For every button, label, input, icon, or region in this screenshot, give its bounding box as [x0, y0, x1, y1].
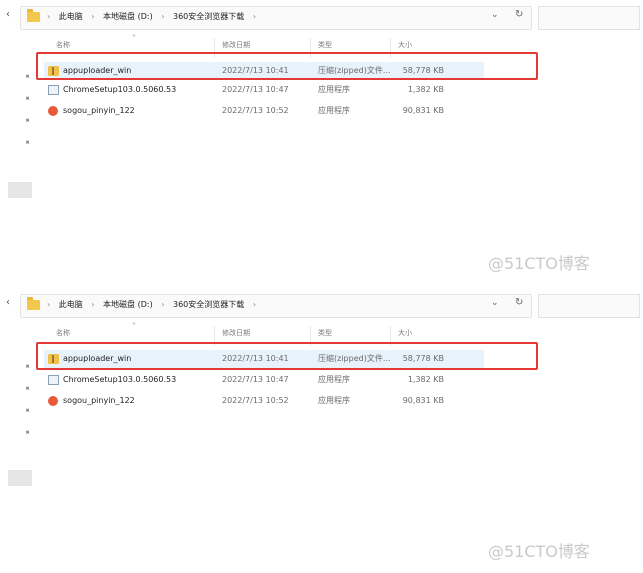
pin-icon[interactable]: ✦ [22, 405, 33, 416]
chevron-right-icon: › [47, 12, 51, 21]
file-row-chromesetup[interactable]: ChromeSetup103.0.5060.53 2022/7/13 10:47… [44, 81, 484, 99]
column-header-row: ˄ 名称 修改日期 类型 大小 [0, 322, 643, 342]
scrollbar-thumb[interactable] [8, 182, 32, 198]
sort-caret-icon: ˄ [132, 322, 136, 331]
file-type: 应用程序 [318, 85, 350, 94]
column-header-size[interactable]: 大小 [398, 328, 412, 338]
breadcrumb-item[interactable]: 360安全浏览器下载 [173, 300, 244, 309]
sogou-icon [48, 106, 58, 116]
column-header-name[interactable]: 名称 [56, 40, 70, 50]
column-header-name[interactable]: 名称 [56, 328, 70, 338]
breadcrumb-item[interactable]: 本地磁盘 (D:) [103, 300, 153, 309]
search-input[interactable] [538, 6, 640, 30]
watermark: @51CTO博客 [488, 542, 590, 561]
breadcrumb-item[interactable]: 本地磁盘 (D:) [103, 12, 153, 21]
file-type: 应用程序 [318, 375, 350, 384]
file-size: 1,382 KB [407, 85, 444, 94]
column-header-type[interactable]: 类型 [318, 40, 332, 50]
column-header-date[interactable]: 修改日期 [222, 40, 250, 50]
file-type: 应用程序 [318, 106, 350, 115]
chevron-right-icon: › [161, 300, 165, 309]
file-name: sogou_pinyin_122 [63, 106, 135, 115]
file-row-sogou[interactable]: sogou_pinyin_122 2022/7/13 10:52 应用程序 90… [44, 392, 484, 410]
chevron-down-icon[interactable]: ⌄ [491, 298, 499, 308]
sogou-icon [48, 396, 58, 406]
refresh-icon[interactable]: ↻ [515, 9, 523, 20]
file-name: ChromeSetup103.0.5060.53 [63, 85, 177, 94]
chevron-right-icon: › [91, 12, 95, 21]
address-bar[interactable]: › 此电脑 › 本地磁盘 (D:) › 360安全浏览器下载 › ⌄ ↻ [20, 294, 532, 318]
chevron-right-icon: › [47, 300, 51, 309]
refresh-icon[interactable]: ↻ [515, 297, 523, 308]
highlight-box [36, 52, 538, 80]
column-header-size[interactable]: 大小 [398, 40, 412, 50]
breadcrumb-item[interactable]: 360安全浏览器下载 [173, 12, 244, 21]
chevron-right-icon: › [252, 12, 257, 21]
highlight-box [36, 342, 538, 370]
pin-icon[interactable]: ✦ [22, 427, 33, 438]
pin-icon[interactable]: ✦ [22, 71, 33, 82]
file-size: 1,382 KB [407, 375, 444, 384]
column-header-date[interactable]: 修改日期 [222, 328, 250, 338]
breadcrumb: › 此电脑 › 本地磁盘 (D:) › 360安全浏览器下载 › [47, 10, 262, 24]
breadcrumb: › 此电脑 › 本地磁盘 (D:) › 360安全浏览器下载 › [47, 298, 262, 312]
folder-icon [27, 9, 40, 22]
file-row-sogou[interactable]: sogou_pinyin_122 2022/7/13 10:52 应用程序 90… [44, 102, 484, 120]
chrome-setup-icon [48, 85, 59, 95]
explorer-panel-top: ‹ › 此电脑 › 本地磁盘 (D:) › 360安全浏览器下载 › ⌄ ↻ ˄… [0, 0, 643, 285]
folder-icon [27, 297, 40, 310]
pin-icon[interactable]: ✦ [22, 383, 33, 394]
breadcrumb-item[interactable]: 此电脑 [59, 12, 83, 21]
address-bar[interactable]: › 此电脑 › 本地磁盘 (D:) › 360安全浏览器下载 › ⌄ ↻ [20, 6, 532, 30]
chrome-setup-icon [48, 375, 59, 385]
address-row: ‹ › 此电脑 › 本地磁盘 (D:) › 360安全浏览器下载 › ⌄ ↻ [0, 6, 643, 30]
file-date: 2022/7/13 10:52 [222, 396, 289, 405]
chevron-right-icon: › [252, 300, 257, 309]
chevron-right-icon: › [161, 12, 165, 21]
back-chevron-icon[interactable]: ‹ [6, 297, 10, 308]
back-chevron-icon[interactable]: ‹ [6, 9, 10, 20]
pin-icon[interactable]: ✦ [22, 137, 33, 148]
chevron-right-icon: › [91, 300, 95, 309]
address-row: ‹ › 此电脑 › 本地磁盘 (D:) › 360安全浏览器下载 › ⌄ ↻ [0, 294, 643, 318]
scrollbar-thumb[interactable] [8, 470, 32, 486]
file-type: 应用程序 [318, 396, 350, 405]
file-size: 90,831 KB [402, 106, 444, 115]
file-name: sogou_pinyin_122 [63, 396, 135, 405]
pin-icon[interactable]: ✦ [22, 361, 33, 372]
breadcrumb-item[interactable]: 此电脑 [59, 300, 83, 309]
file-row-chromesetup[interactable]: ChromeSetup103.0.5060.53 2022/7/13 10:47… [44, 371, 484, 389]
pin-icon[interactable]: ✦ [22, 93, 33, 104]
file-name: ChromeSetup103.0.5060.53 [63, 375, 177, 384]
search-input[interactable] [538, 294, 640, 318]
watermark: @51CTO博客 [488, 254, 590, 273]
column-header-type[interactable]: 类型 [318, 328, 332, 338]
file-date: 2022/7/13 10:52 [222, 106, 289, 115]
explorer-panel-bottom: ‹ › 此电脑 › 本地磁盘 (D:) › 360安全浏览器下载 › ⌄ ↻ ˄… [0, 288, 643, 573]
file-date: 2022/7/13 10:47 [222, 375, 289, 384]
sort-caret-icon: ˄ [132, 34, 136, 43]
file-size: 90,831 KB [402, 396, 444, 405]
file-date: 2022/7/13 10:47 [222, 85, 289, 94]
chevron-down-icon[interactable]: ⌄ [491, 10, 499, 20]
pin-icon[interactable]: ✦ [22, 115, 33, 126]
